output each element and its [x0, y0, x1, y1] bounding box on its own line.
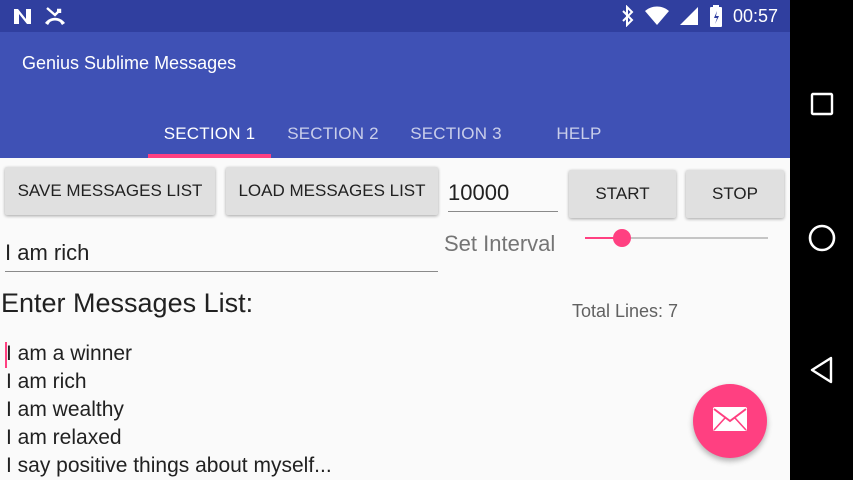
envelope-icon [712, 406, 748, 437]
message-line: I say positive things about myself... [6, 454, 332, 477]
home-circle-icon [807, 223, 837, 258]
tab-section-1[interactable]: SECTION 1 [148, 110, 271, 158]
home-button[interactable] [790, 210, 853, 270]
tab-section-3[interactable]: SECTION 3 [395, 110, 517, 158]
message-line: I am rich [6, 370, 87, 393]
recents-button[interactable] [790, 76, 853, 136]
current-message-field[interactable]: I am rich [5, 236, 438, 272]
n-notification-icon [12, 6, 34, 26]
send-message-fab[interactable] [693, 384, 767, 458]
tab-help[interactable]: HELP [518, 110, 640, 158]
messages-list-editor[interactable]: I am a winner I am rich I am wealthy I a… [5, 340, 332, 480]
app-title: Genius Sublime Messages [22, 53, 237, 73]
set-interval-label: Set Interval [444, 231, 556, 256]
status-clock: 00:57 [732, 5, 778, 26]
tab-section-2[interactable]: SECTION 2 [272, 110, 394, 158]
battery-icon [709, 5, 723, 27]
interval-slider[interactable] [585, 229, 768, 247]
recents-square-icon [810, 92, 834, 121]
status-bar: 00:57 [0, 0, 790, 32]
app-screen: 00:57 Genius Sublime Messages SECTION 1 … [0, 0, 790, 480]
message-line: I am relaxed [6, 426, 122, 449]
tab-indicator [148, 154, 271, 158]
load-messages-list-button[interactable]: LOAD MESSAGES LIST [226, 167, 438, 215]
system-nav-bar [790, 0, 853, 480]
interval-input[interactable]: 10000 [448, 176, 558, 212]
save-messages-list-button[interactable]: SAVE MESSAGES LIST [5, 167, 215, 215]
messages-heading: Enter Messages List: [1, 288, 254, 318]
back-button[interactable] [790, 342, 853, 402]
stop-button[interactable]: STOP [686, 170, 784, 218]
total-lines-label: Total Lines: 7 [572, 301, 679, 321]
wifi-icon [644, 6, 669, 26]
missed-call-icon [44, 6, 66, 26]
app-bar: Genius Sublime Messages SECTION 1 SECTIO… [0, 32, 790, 158]
message-line: I am a winner [6, 342, 133, 365]
bluetooth-icon [621, 5, 635, 27]
message-line: I am wealthy [6, 398, 124, 421]
text-cursor [5, 342, 7, 368]
tab-bar: SECTION 1 SECTION 2 SECTION 3 HELP [0, 110, 790, 158]
back-triangle-icon [809, 356, 835, 389]
cell-signal-icon [679, 6, 699, 26]
interval-slider-thumb[interactable] [613, 229, 631, 247]
start-button[interactable]: START [569, 170, 676, 218]
